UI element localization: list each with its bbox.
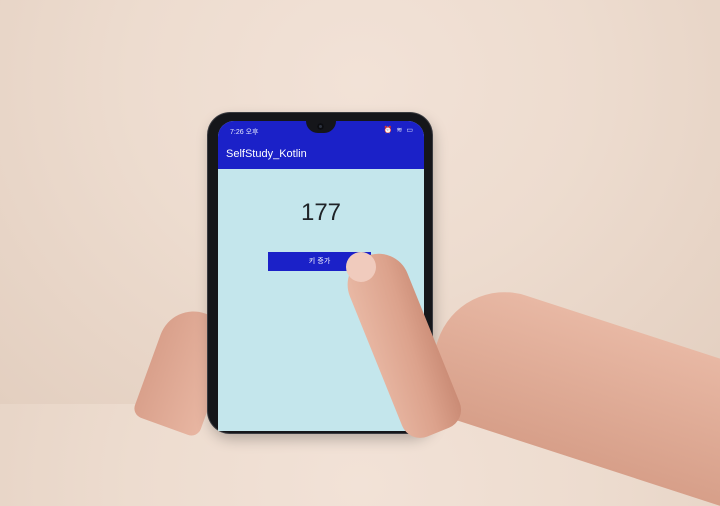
- battery-icon: ▭: [406, 127, 414, 134]
- app-title: SelfStudy_Kotlin: [226, 148, 307, 160]
- status-icons: ⏰ ≋ ▭: [384, 126, 414, 134]
- right-hand: [416, 273, 720, 506]
- status-time: 7:26 오후: [230, 129, 259, 136]
- app-bar: SelfStudy_Kotlin: [218, 141, 424, 169]
- alarm-icon: ⏰: [383, 127, 394, 134]
- counter-value: 177: [300, 199, 342, 226]
- wifi-icon: ≋: [396, 127, 404, 134]
- front-camera: [317, 123, 324, 130]
- photo-scene: { "status_bar": { "time": "7:26 오후", "ic…: [0, 0, 720, 506]
